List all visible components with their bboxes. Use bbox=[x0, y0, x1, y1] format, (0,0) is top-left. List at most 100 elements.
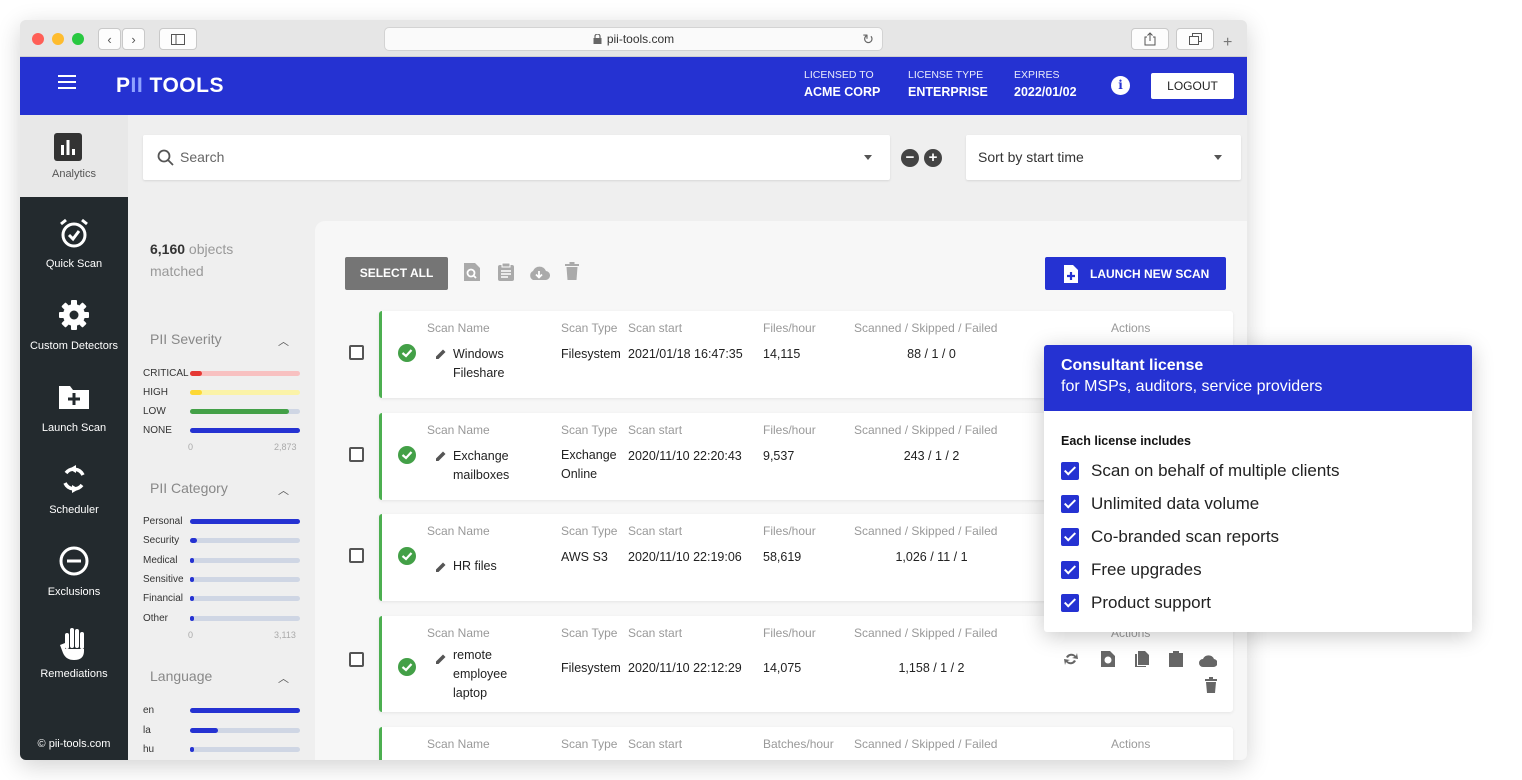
scan-name[interactable]: HR files bbox=[453, 557, 523, 576]
sidebar-item-exclusions[interactable]: Exclusions bbox=[20, 533, 128, 615]
license-feature-item: Co-branded scan reports bbox=[1061, 527, 1461, 547]
sidebar-item-analytics[interactable]: Analytics bbox=[20, 115, 128, 197]
info-icon[interactable]: i bbox=[1111, 76, 1130, 95]
axis-max: 3,113 bbox=[274, 630, 296, 640]
column-header-rate: Files/hour bbox=[763, 626, 816, 640]
remove-filter-button[interactable]: − bbox=[901, 149, 919, 167]
sidebar-item-launch-scan[interactable]: Launch Scan bbox=[20, 369, 128, 451]
edit-name-icon[interactable] bbox=[435, 347, 447, 365]
minimize-window-button[interactable] bbox=[52, 33, 64, 45]
copy-icon[interactable] bbox=[1133, 650, 1151, 668]
search-input[interactable]: Search bbox=[143, 135, 890, 180]
sidebar-toggle-button[interactable] bbox=[159, 28, 197, 50]
sidebar-item-quick-scan[interactable]: Quick Scan bbox=[20, 205, 128, 287]
chevron-down-icon[interactable] bbox=[864, 155, 872, 160]
edit-name-icon[interactable] bbox=[435, 560, 447, 578]
row-checkbox[interactable] bbox=[349, 548, 364, 563]
column-header-name: Scan Name bbox=[427, 737, 490, 751]
report-icon[interactable] bbox=[1167, 650, 1185, 668]
filter-bar-track bbox=[190, 390, 300, 395]
filter-bar-track bbox=[190, 538, 300, 544]
sidebar-item-scheduler[interactable]: Scheduler bbox=[20, 451, 128, 533]
chevron-up-icon[interactable]: ︿ bbox=[278, 333, 289, 349]
filter-row[interactable]: Financial bbox=[143, 593, 303, 605]
share-button[interactable] bbox=[1131, 28, 1169, 50]
row-checkbox[interactable] bbox=[349, 447, 364, 462]
launch-new-scan-button[interactable]: LAUNCH NEW SCAN bbox=[1045, 257, 1226, 290]
filter-row[interactable]: hu bbox=[143, 744, 303, 756]
inspect-icon[interactable] bbox=[1099, 650, 1117, 668]
minus-icon: − bbox=[905, 149, 915, 166]
filter-row-label: CRITICAL bbox=[143, 368, 189, 379]
chevron-right-icon: › bbox=[131, 31, 136, 47]
filter-row[interactable]: Personal bbox=[143, 516, 303, 528]
scan-type: Filesystem bbox=[561, 347, 621, 361]
refresh-icon bbox=[63, 465, 85, 493]
scan-name[interactable]: remote employee laptop bbox=[453, 646, 523, 703]
checkbox-checked-icon bbox=[1061, 528, 1079, 546]
filter-bar-fill bbox=[190, 390, 203, 395]
tabs-icon bbox=[1188, 33, 1202, 45]
chevron-up-icon[interactable]: ︿ bbox=[278, 482, 289, 498]
trash-icon[interactable] bbox=[565, 262, 579, 280]
scan-card[interactable]: Scan Name Scan Type Scan start Batches/hour… bbox=[379, 727, 1233, 760]
filter-row[interactable]: Medical bbox=[143, 555, 303, 567]
scan-name[interactable]: Windows Fileshare bbox=[453, 345, 523, 383]
sidebar-item-label: Remediations bbox=[40, 668, 108, 680]
menu-icon[interactable] bbox=[58, 75, 76, 89]
filter-row[interactable]: HIGH bbox=[143, 387, 303, 399]
filter-row[interactable]: la bbox=[143, 725, 303, 737]
logout-button[interactable]: LOGOUT bbox=[1151, 73, 1234, 99]
reload-icon[interactable]: ↻ bbox=[862, 31, 874, 48]
scan-name[interactable]: Exchange mailboxes bbox=[453, 447, 523, 485]
license-feature-item: Scan on behalf of multiple clients bbox=[1061, 461, 1461, 481]
scan-start: 2020/11/10 22:12:29 bbox=[628, 661, 742, 675]
filter-bar-fill bbox=[190, 519, 300, 524]
edit-name-icon[interactable] bbox=[435, 652, 447, 670]
new-tab-icon[interactable]: + bbox=[1223, 34, 1232, 52]
column-header-counts: Scanned / Skipped / Failed bbox=[854, 737, 998, 751]
filter-bar-track bbox=[190, 747, 300, 752]
filter-row[interactable]: NONE bbox=[143, 425, 303, 437]
license-feature-label: Co-branded scan reports bbox=[1091, 527, 1280, 546]
tabs-overview-button[interactable] bbox=[1176, 28, 1214, 50]
filter-row[interactable]: Other bbox=[143, 613, 303, 625]
select-all-button[interactable]: SELECT ALL bbox=[345, 257, 448, 290]
license-type: LICENSE TYPE ENTERPRISE bbox=[908, 69, 988, 99]
filter-row-label: Financial bbox=[143, 593, 184, 605]
row-checkbox[interactable] bbox=[349, 652, 364, 667]
download-icon[interactable] bbox=[528, 265, 550, 281]
trash-icon[interactable] bbox=[1202, 676, 1220, 694]
add-filter-button[interactable]: + bbox=[924, 149, 942, 167]
success-check-icon bbox=[398, 344, 416, 362]
row-checkbox[interactable] bbox=[349, 345, 364, 360]
refresh-icon[interactable] bbox=[1062, 650, 1080, 668]
edit-name-icon[interactable] bbox=[435, 449, 447, 467]
filter-row[interactable]: Sensitive bbox=[143, 574, 303, 586]
filter-bar-fill bbox=[190, 557, 194, 563]
sidebar-item-custom-detectors[interactable]: Custom Detectors bbox=[20, 287, 128, 369]
column-header-name: Scan Name bbox=[427, 524, 490, 538]
sort-select[interactable]: Sort by start time bbox=[966, 135, 1241, 180]
close-window-button[interactable] bbox=[32, 33, 44, 45]
column-header-rate: Batches/hour bbox=[763, 737, 834, 751]
sidebar-item-remediations[interactable]: Remediations bbox=[20, 615, 128, 697]
filter-row[interactable]: en bbox=[143, 705, 303, 717]
report-icon[interactable] bbox=[497, 262, 515, 282]
matched-count: 6,160 objects matched bbox=[150, 241, 234, 279]
sidebar-item-label: Quick Scan bbox=[45, 258, 103, 270]
filter-row[interactable]: Security bbox=[143, 535, 303, 547]
chevron-up-icon[interactable]: ︿ bbox=[278, 670, 289, 686]
filter-row[interactable]: CRITICAL bbox=[143, 368, 303, 380]
site-link[interactable]: © pii-tools.com bbox=[20, 738, 128, 750]
maximize-window-button[interactable] bbox=[72, 33, 84, 45]
address-bar[interactable]: pii-tools.com ↻ bbox=[384, 27, 883, 51]
forward-button[interactable]: › bbox=[122, 28, 145, 50]
back-button[interactable]: ‹ bbox=[98, 28, 121, 50]
column-header-type: Scan Type bbox=[561, 423, 618, 437]
bar-chart-icon bbox=[54, 133, 82, 161]
filter-row[interactable]: LOW bbox=[143, 406, 303, 418]
download-icon[interactable] bbox=[1199, 652, 1218, 670]
column-header-rate: Files/hour bbox=[763, 524, 816, 538]
inspect-icon[interactable] bbox=[463, 262, 481, 282]
